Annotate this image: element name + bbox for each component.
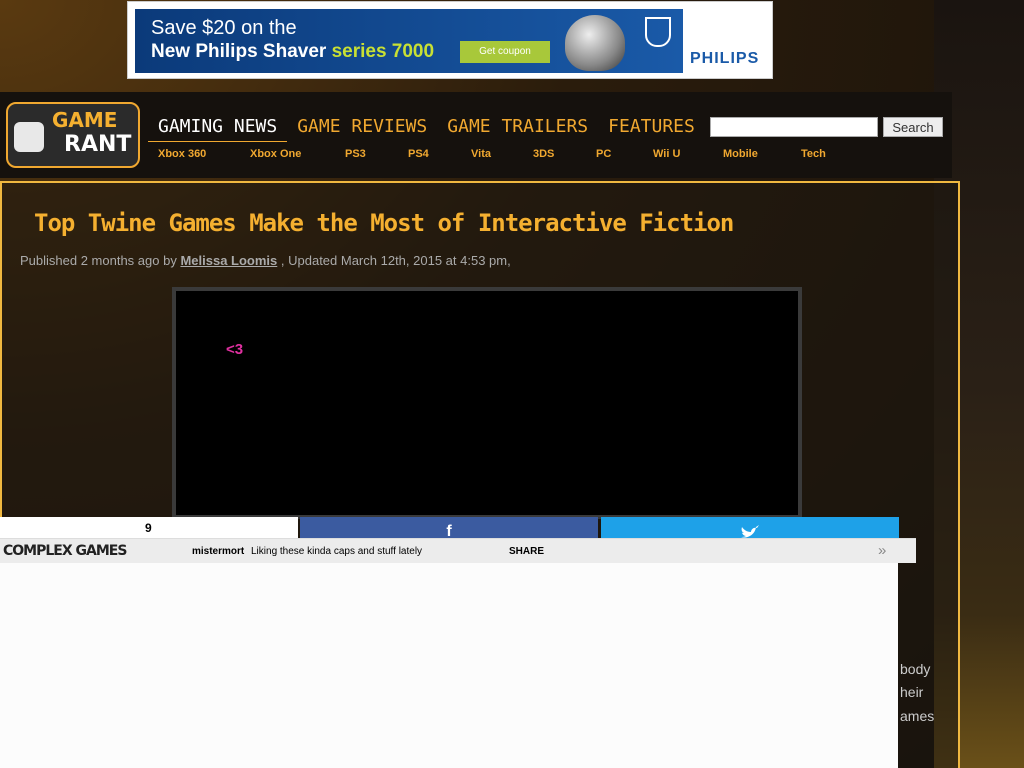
embedded-video[interactable]: <3 [172, 287, 802, 519]
platform-subnav: Xbox 360 Xbox One PS3 PS4 Vita 3DS PC Wi… [158, 148, 858, 164]
blank-overlay-panel [0, 563, 898, 768]
subnav-vita[interactable]: Vita [471, 148, 491, 160]
author-link[interactable]: Melissa Loomis [180, 253, 277, 268]
comment-message[interactable]: Liking these kinda caps and stuff lately [251, 546, 422, 557]
ad-subheadline: New Philips Shaver series 7000 [151, 41, 434, 63]
share-count-value: 9 [145, 521, 152, 535]
body-text-fragment: ames [900, 708, 935, 724]
subnav-ps4[interactable]: PS4 [408, 148, 429, 160]
twitter-share-button[interactable] [601, 517, 899, 539]
complex-games-bar: COMPLEX GAMES mistermort Liking these ki… [0, 538, 916, 563]
video-text: <3 [226, 341, 244, 358]
search-input[interactable] [710, 117, 878, 137]
nav-game-reviews[interactable]: GAME REVIEWS [287, 112, 437, 142]
subnav-mobile[interactable]: Mobile [723, 148, 758, 160]
byline-prefix: Published 2 months ago by [20, 253, 177, 268]
complex-share-button[interactable]: SHARE [509, 546, 544, 557]
nav-gaming-news[interactable]: GAMING NEWS [148, 112, 288, 142]
nav-game-trailers[interactable]: GAME TRAILERS [437, 112, 598, 142]
ad-brand-logo: PHILIPS [690, 50, 760, 67]
body-text-fragment: body [900, 661, 931, 677]
site-header: GAME RANT GAMING NEWS GAME REVIEWS GAME … [0, 92, 952, 178]
subnav-pc[interactable]: PC [596, 148, 611, 160]
site-logo[interactable]: GAME RANT [6, 102, 140, 168]
share-count: 9 [0, 517, 298, 539]
ad-banner[interactable]: Save $20 on the New Philips Shaver serie… [127, 1, 773, 79]
subnav-wii-u[interactable]: Wii U [653, 148, 680, 160]
logo-text-rant: RANT [64, 132, 132, 157]
ad-subheadline-highlight: series 7000 [331, 41, 435, 62]
byline-suffix: , Updated March 12th, 2015 at 4:53 pm, [280, 253, 511, 268]
ad-coupon-button[interactable]: Get coupon [460, 41, 550, 63]
subnav-3ds[interactable]: 3DS [533, 148, 554, 160]
main-nav: GAMING NEWS GAME REVIEWS GAME TRAILERS F… [148, 112, 705, 142]
body-text-fragment: heir [900, 684, 924, 700]
shaver-image [565, 15, 625, 71]
facebook-share-button[interactable]: f [300, 517, 598, 540]
subnav-ps3[interactable]: PS3 [345, 148, 366, 160]
subnav-tech[interactable]: Tech [801, 148, 826, 160]
subnav-xbox-360[interactable]: Xbox 360 [158, 148, 206, 160]
ad-headline: Save $20 on the [151, 17, 297, 39]
philips-shield-icon [645, 17, 671, 47]
gamepad-icon [14, 122, 44, 152]
ad-creative[interactable]: Save $20 on the New Philips Shaver serie… [135, 9, 683, 73]
ad-subheadline-prefix: New Philips Shaver [151, 41, 332, 62]
subnav-xbox-one[interactable]: Xbox One [250, 148, 301, 160]
next-arrow-icon[interactable]: » [878, 542, 886, 559]
complex-games-logo[interactable]: COMPLEX GAMES [3, 543, 127, 559]
article-title: Top Twine Games Make the Most of Interac… [34, 209, 734, 237]
logo-text-game: GAME [52, 108, 118, 132]
search-button[interactable]: Search [883, 117, 943, 137]
nav-features[interactable]: FEATURES [598, 112, 705, 142]
comment-username[interactable]: mistermort [192, 546, 244, 557]
article-byline: Published 2 months ago by Melissa Loomis… [20, 253, 511, 268]
